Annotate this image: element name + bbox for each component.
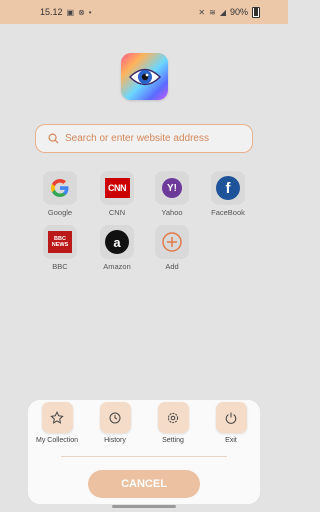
site-add[interactable]: Add [147, 225, 197, 271]
yahoo-icon: Y! [155, 171, 189, 205]
site-yahoo[interactable]: Y! Yahoo [147, 171, 197, 217]
bbc-icon: BBC NEWS [43, 225, 77, 259]
star-icon [41, 402, 73, 433]
status-bar: 15.12 ▣ ⊗ • ✕ ≋ ◢ 90% [0, 0, 288, 24]
site-label: Add [165, 262, 179, 271]
site-facebook[interactable]: f FaceBook [203, 171, 253, 217]
site-label: Google [47, 208, 73, 217]
site-amazon[interactable]: a Amazon [92, 225, 142, 271]
history-icon [99, 402, 131, 433]
facebook-icon: f [211, 171, 245, 205]
app-logo-eye-icon [121, 53, 168, 100]
bbc-logo-line: NEWS [51, 242, 69, 248]
cancel-button[interactable]: CANCEL [88, 470, 200, 498]
sync-icon: ⊗ [78, 7, 85, 17]
amazon-icon: a [100, 225, 134, 259]
dot-icon: • [88, 7, 92, 17]
action-label: History [104, 437, 126, 444]
gear-icon [157, 402, 189, 433]
image-icon: ▣ [66, 7, 75, 17]
my-collection-button[interactable]: My Collection [31, 402, 83, 444]
site-label: Amazon [103, 262, 131, 271]
battery-icon [252, 6, 260, 18]
wifi-icon: ≋ [209, 7, 216, 17]
power-icon [215, 402, 247, 433]
site-cnn[interactable]: CNN CNN [92, 171, 142, 217]
site-label: CNN [108, 208, 126, 217]
site-label: BBC [52, 262, 68, 271]
cnn-logo: CNN [104, 178, 130, 198]
divider [61, 456, 227, 457]
history-button[interactable]: History [89, 402, 141, 444]
action-label: Exit [225, 437, 237, 444]
search-input[interactable] [65, 133, 245, 144]
add-icon [155, 225, 189, 259]
status-time: 15.12 [40, 7, 63, 17]
home-indicator[interactable] [112, 505, 176, 508]
site-bbc[interactable]: BBC NEWS BBC [35, 225, 85, 271]
signal-icon: ◢ [219, 7, 226, 17]
action-label: My Collection [35, 437, 78, 444]
site-label: FaceBook [211, 208, 245, 217]
exit-button[interactable]: Exit [205, 402, 257, 444]
cnn-icon: CNN [100, 171, 134, 205]
mute-icon: ✕ [198, 7, 206, 17]
search-bar[interactable] [35, 124, 253, 153]
battery-percent: 90% [229, 7, 248, 17]
bottom-sheet-menu: My Collection History Setting Exit CANCE… [28, 400, 260, 504]
google-icon [43, 171, 77, 205]
search-icon [48, 133, 59, 144]
action-label: Setting [162, 437, 184, 444]
setting-button[interactable]: Setting [147, 402, 199, 444]
site-label: Yahoo [161, 208, 183, 217]
site-google[interactable]: Google [35, 171, 85, 217]
